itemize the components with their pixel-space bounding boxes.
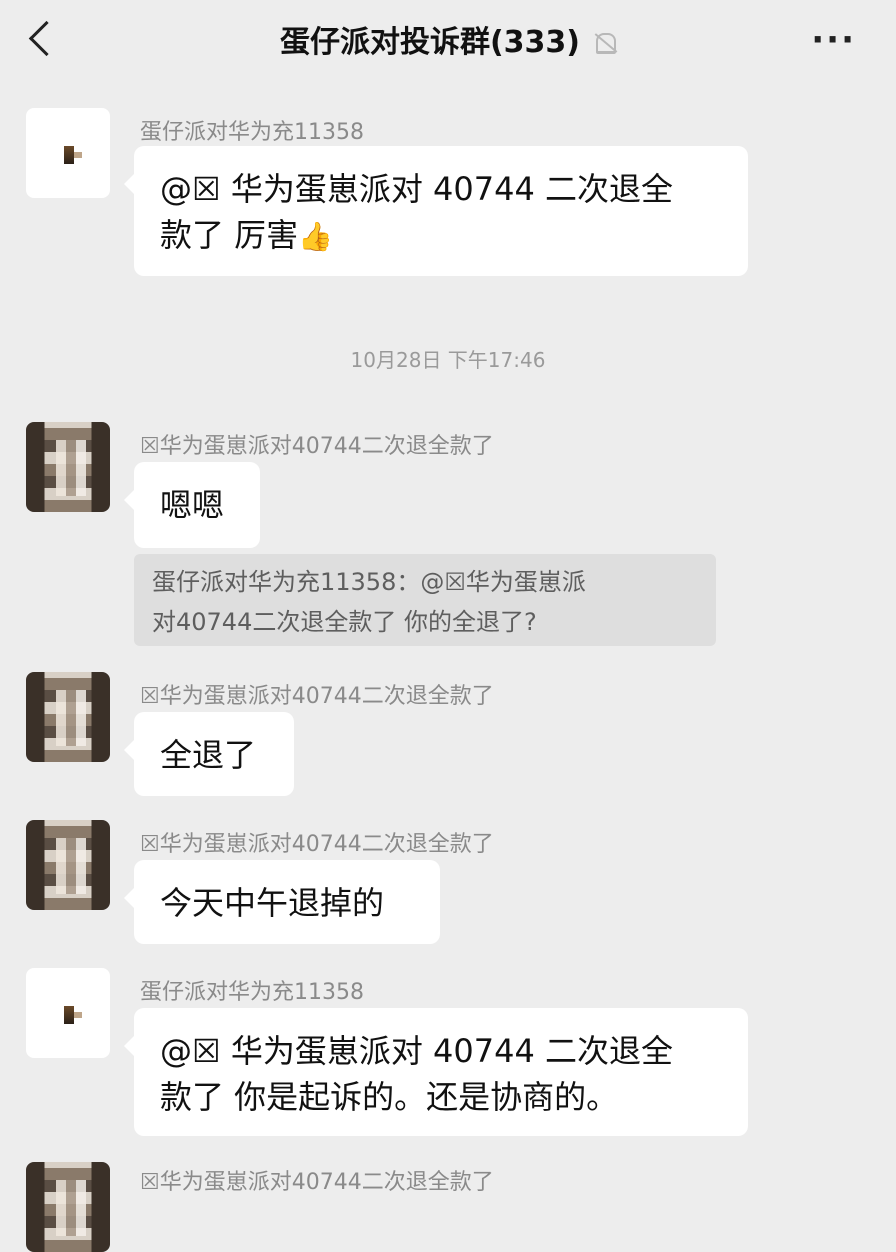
top-bar: 蛋仔派对投诉群(333) ··· (0, 0, 896, 86)
message-text-line: 款了 你是起诉的。还是协商的。 (160, 1078, 619, 1116)
sender-name: 蛋仔派对华为充11358 (140, 980, 364, 1005)
chat-title: 蛋仔派对投诉群(333) (279, 25, 581, 60)
message-text: 今天中午退掉的 (160, 884, 385, 922)
sender-name: ☒华为蛋崽派对40744二次退全款了 (140, 832, 494, 857)
avatar[interactable] (26, 422, 110, 512)
avatar[interactable] (26, 108, 110, 198)
muted-bell-icon (596, 33, 617, 54)
sender-name: 蛋仔派对华为充11358 (140, 120, 364, 145)
message-bubble[interactable]: 全退了 (124, 712, 294, 796)
quote-text-line: 蛋仔派对华为充11358：@☒华为蛋崽派 (152, 568, 586, 596)
quoted-message[interactable]: 蛋仔派对华为充11358：@☒华为蛋崽派 对40744二次退全款了 你的全退了? (134, 554, 716, 646)
thumbs-up-emoji-icon: 👍 (298, 220, 334, 253)
message-text-line: 款了 厉害 (160, 216, 299, 254)
message-bubble[interactable]: 今天中午退掉的 (124, 860, 440, 944)
avatar[interactable] (26, 672, 110, 762)
message-text: 嗯嗯 (160, 486, 225, 524)
blur-overlay (500, 1166, 540, 1198)
sender-name: ☒华为蛋崽派对40744二次退全款了 (140, 434, 494, 459)
avatar[interactable] (26, 968, 110, 1058)
message-text: 全退了 (160, 736, 257, 774)
avatar[interactable] (26, 1162, 110, 1252)
avatar[interactable] (26, 820, 110, 910)
message-bubble[interactable]: 嗯嗯 (124, 462, 260, 548)
message-bubble[interactable]: @☒ 华为蛋崽派对 40744 二次退全 款了 你是起诉的。还是协商的。 (124, 1008, 748, 1136)
message-bubble[interactable]: @☒ 华为蛋崽派对 40744 二次退全 款了 厉害👍 (124, 146, 748, 276)
message-text-line: @☒ 华为蛋崽派对 40744 二次退全 (160, 170, 674, 208)
message-text-line: @☒ 华为蛋崽派对 40744 二次退全 (160, 1032, 674, 1070)
chat-title-container: 蛋仔派对投诉群(333) (0, 18, 896, 68)
quote-text-line: 对40744二次退全款了 你的全退了? (152, 608, 537, 636)
more-options-icon[interactable]: ··· (811, 23, 856, 57)
sender-name: ☒华为蛋崽派对40744二次退全款了 (140, 684, 494, 709)
timestamp: 10月28日 下午17:46 (350, 348, 546, 372)
sender-name: ☒华为蛋崽派对40744二次退全款了 (140, 1170, 494, 1195)
